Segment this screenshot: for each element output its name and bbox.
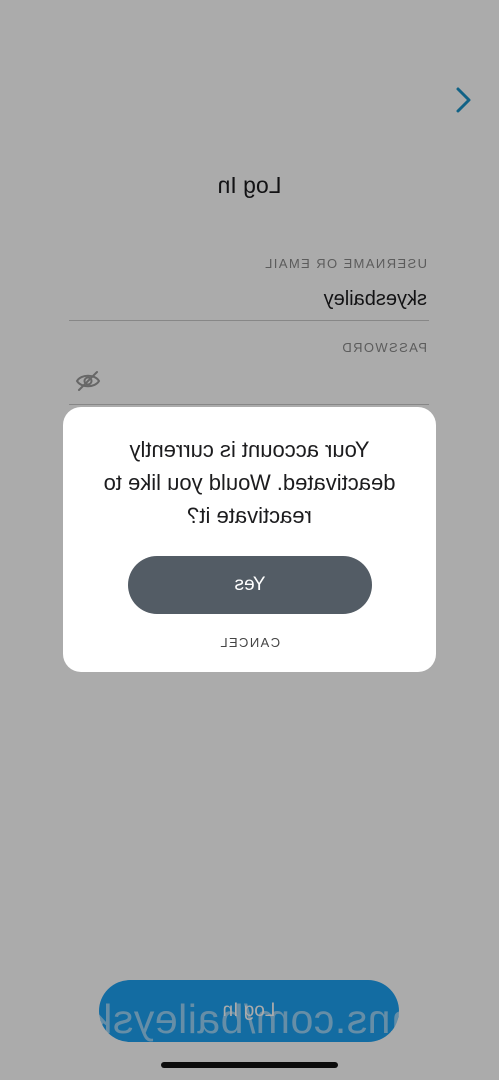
cancel-button[interactable]: CANCEL: [63, 635, 436, 650]
reactivate-dialog: Your account is currently deactivated. W…: [63, 407, 436, 672]
dialog-message: Your account is currently deactivated. W…: [103, 437, 396, 528]
home-indicator: [161, 1062, 338, 1068]
mirrored-screen: Log In USERNAME OR EMAIL skyesbailey PAS…: [0, 0, 499, 1080]
yes-button[interactable]: Yes: [128, 556, 372, 614]
